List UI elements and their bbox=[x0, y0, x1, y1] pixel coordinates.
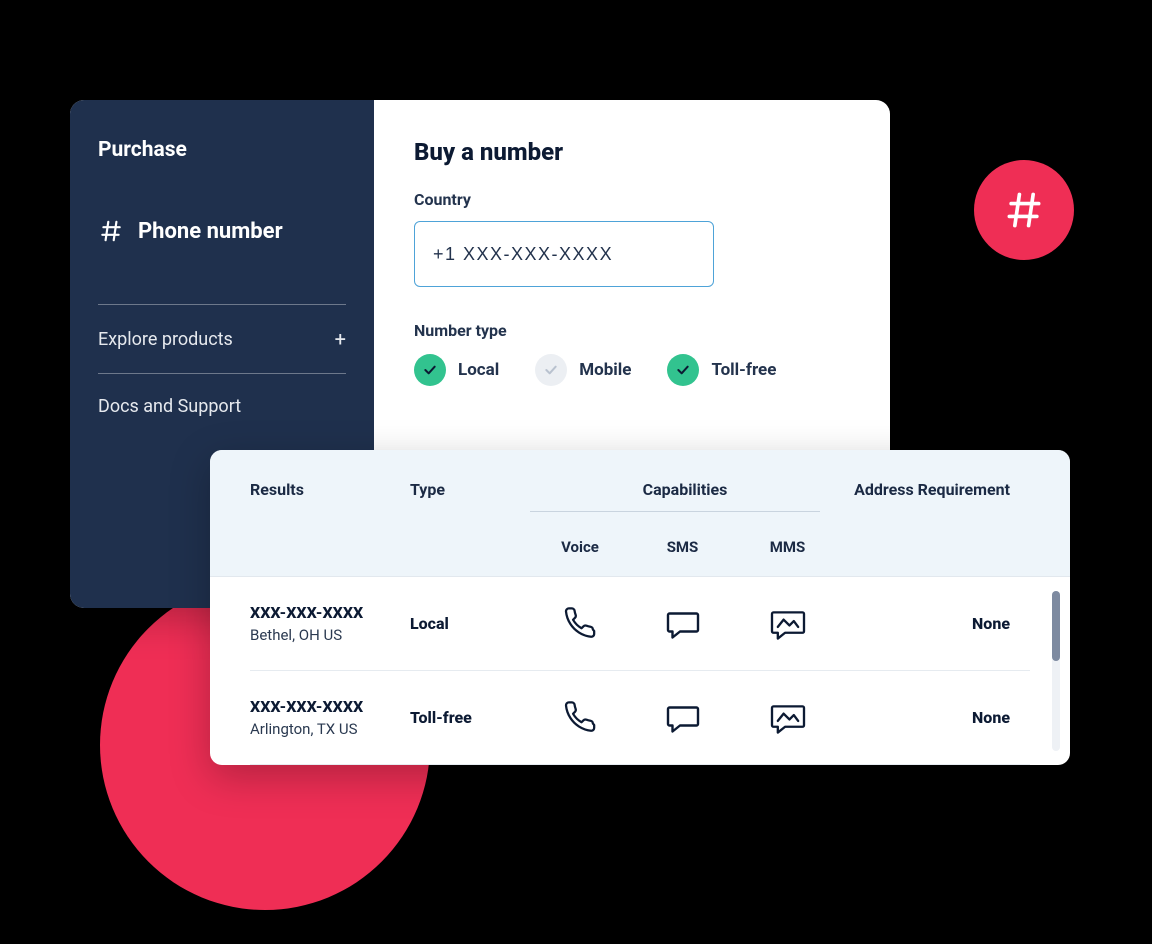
plus-icon: + bbox=[335, 327, 346, 351]
result-address-req: None bbox=[840, 708, 1030, 727]
sidebar-item-docs-support[interactable]: Docs and Support bbox=[98, 374, 346, 417]
type-option-local[interactable]: Local bbox=[414, 354, 499, 386]
check-icon bbox=[667, 354, 699, 386]
col-sms: SMS bbox=[630, 538, 735, 556]
sidebar-item-explore-products[interactable]: Explore products + bbox=[98, 305, 346, 374]
result-type: Local bbox=[410, 614, 530, 633]
voice-icon bbox=[530, 701, 630, 735]
result-number: XXX-XXX-XXXX bbox=[250, 603, 410, 622]
sidebar-item-phone-number[interactable]: Phone number bbox=[98, 218, 346, 244]
type-option-tollfree[interactable]: Toll-free bbox=[667, 354, 776, 386]
result-location: Bethel, OH US bbox=[250, 626, 410, 644]
col-capabilities: Capabilities bbox=[530, 480, 840, 499]
sms-icon bbox=[630, 609, 735, 639]
type-local-label: Local bbox=[458, 360, 499, 380]
voice-icon bbox=[530, 607, 630, 641]
col-address: Address Requirement bbox=[840, 480, 1030, 499]
col-voice: Voice bbox=[530, 538, 630, 556]
col-type: Type bbox=[410, 480, 530, 499]
sidebar-docs-label: Docs and Support bbox=[98, 396, 241, 417]
col-mms: MMS bbox=[735, 538, 840, 556]
country-label: Country bbox=[414, 190, 850, 209]
check-icon bbox=[535, 354, 567, 386]
mms-icon bbox=[735, 608, 840, 640]
results-header: Results Type Capabilities Address Requir… bbox=[210, 450, 1070, 577]
sms-icon bbox=[630, 703, 735, 733]
table-row[interactable]: XXX-XXX-XXXX Arlington, TX US Toll-free … bbox=[250, 671, 1030, 765]
check-icon bbox=[414, 354, 446, 386]
type-option-mobile[interactable]: Mobile bbox=[535, 354, 631, 386]
result-number: XXX-XXX-XXXX bbox=[250, 697, 410, 716]
type-tollfree-label: Toll-free bbox=[711, 360, 776, 380]
hash-icon bbox=[98, 218, 124, 244]
country-input[interactable] bbox=[414, 221, 714, 287]
results-panel: Results Type Capabilities Address Requir… bbox=[210, 450, 1070, 765]
table-row[interactable]: XXX-XXX-XXXX Bethel, OH US Local None bbox=[250, 577, 1030, 671]
sidebar-explore-label: Explore products bbox=[98, 329, 233, 350]
result-type: Toll-free bbox=[410, 708, 530, 727]
col-results: Results bbox=[250, 480, 410, 499]
page-title: Buy a number bbox=[414, 138, 850, 166]
sidebar-product-label: Phone number bbox=[138, 219, 283, 244]
decorative-hash-badge bbox=[974, 160, 1074, 260]
sidebar-title: Purchase bbox=[98, 138, 346, 162]
result-location: Arlington, TX US bbox=[250, 720, 410, 738]
scrollbar[interactable] bbox=[1052, 591, 1060, 751]
scrollbar-thumb[interactable] bbox=[1052, 591, 1060, 661]
mms-icon bbox=[735, 702, 840, 734]
result-address-req: None bbox=[840, 614, 1030, 633]
results-body: XXX-XXX-XXXX Bethel, OH US Local None XX… bbox=[210, 577, 1070, 765]
number-type-row: Local Mobile Toll-free bbox=[414, 354, 850, 386]
number-type-label: Number type bbox=[414, 321, 850, 340]
type-mobile-label: Mobile bbox=[579, 360, 631, 380]
